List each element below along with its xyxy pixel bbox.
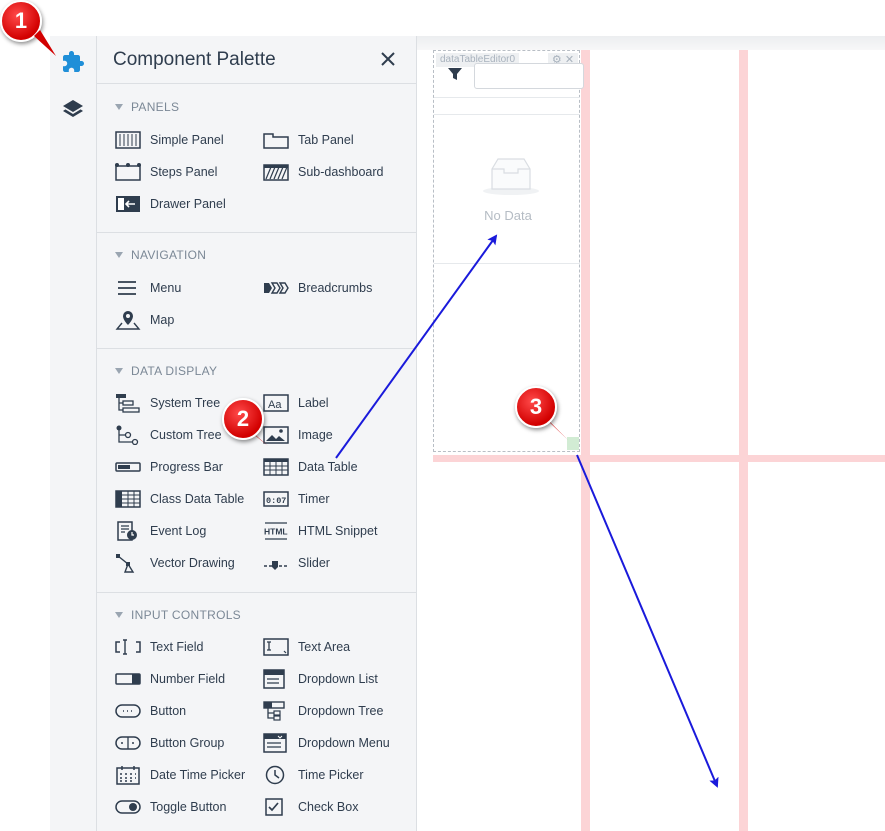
progress-bar-icon	[115, 462, 141, 472]
no-data-text: No Data	[484, 208, 532, 223]
vector-pen-icon	[116, 554, 135, 573]
component-steps-panel[interactable]: Steps Panel	[115, 160, 217, 184]
calendar-icon	[116, 766, 140, 785]
palette-title: Component Palette	[113, 49, 276, 70]
component-toggle-button[interactable]: Toggle Button	[115, 795, 226, 819]
section-divider	[97, 592, 416, 593]
filter-input[interactable]	[474, 63, 584, 89]
layout-guide-horizontal	[433, 455, 885, 462]
resize-handle[interactable]	[567, 437, 579, 450]
component-slider[interactable]: Slider	[263, 551, 330, 575]
table-footer-divider	[434, 263, 580, 264]
filter-icon[interactable]	[446, 65, 464, 83]
component-text-field[interactable]: Text Field	[115, 635, 204, 659]
label-icon: Aa	[263, 394, 289, 412]
component-custom-tree[interactable]: Custom Tree	[115, 423, 222, 447]
sub-dashboard-icon	[263, 164, 289, 181]
dropdown-list-icon	[263, 669, 285, 689]
clock-icon	[265, 765, 285, 785]
empty-inbox-icon	[483, 158, 539, 195]
component-button-group[interactable]: Button Group	[115, 731, 224, 755]
svg-text:HTML: HTML	[264, 527, 288, 537]
component-image[interactable]: Image	[263, 423, 333, 447]
close-icon[interactable]	[379, 50, 397, 68]
svg-text:0:07: 0:07	[266, 496, 286, 506]
section-divider	[97, 348, 416, 349]
simple-panel-icon	[115, 131, 141, 149]
component-tab-panel[interactable]: Tab Panel	[263, 128, 354, 152]
section-title-data-display[interactable]: DATA DISPLAY	[115, 364, 217, 378]
layout-guide-vertical	[581, 50, 590, 831]
component-html-snippet[interactable]: HTML HTML Snippet	[263, 519, 377, 543]
data-table-widget[interactable]: dataTableEditor0 ⚙ ✕ No Data	[433, 50, 584, 452]
checkbox-icon	[265, 798, 283, 816]
component-breadcrumbs[interactable]: Breadcrumbs	[263, 276, 372, 300]
component-progress-bar[interactable]: Progress Bar	[115, 455, 223, 479]
table-header-divider	[434, 97, 580, 98]
component-data-table[interactable]: Data Table	[263, 455, 358, 479]
slider-icon	[264, 561, 288, 570]
puzzle-icon[interactable]	[58, 47, 88, 77]
breadcrumbs-icon	[264, 282, 289, 294]
text-field-icon	[115, 639, 141, 655]
layers-icon[interactable]	[58, 94, 88, 124]
component-check-box[interactable]: Check Box	[263, 795, 358, 819]
section-divider	[97, 232, 416, 233]
component-number-field[interactable]: Number Field	[115, 667, 225, 691]
number-field-icon	[115, 673, 141, 685]
custom-tree-icon	[116, 425, 139, 445]
component-class-data-table[interactable]: Class Data Table	[115, 487, 244, 511]
app-root: Component Palette PANELS Simple Panel Ta…	[0, 0, 885, 831]
dropdown-tree-icon	[263, 701, 285, 721]
component-timer[interactable]: 0:07 Timer	[263, 487, 329, 511]
section-title-input-controls[interactable]: INPUT CONTROLS	[115, 608, 241, 622]
section-title-panels[interactable]: PANELS	[115, 100, 179, 114]
steps-panel-icon	[115, 163, 141, 181]
component-text-area[interactable]: Text Area	[263, 635, 350, 659]
image-icon	[263, 426, 289, 444]
dropdown-menu-icon	[263, 733, 287, 753]
text-area-icon	[263, 638, 289, 656]
annotation-badge-2: 2	[222, 398, 264, 440]
component-dropdown-tree[interactable]: Dropdown Tree	[263, 699, 383, 723]
section-title-navigation[interactable]: NAVIGATION	[115, 248, 206, 262]
annotation-badge-3: 3	[515, 386, 557, 428]
component-date-time-picker[interactable]: Date Time Picker	[115, 763, 245, 787]
component-system-tree[interactable]: System Tree	[115, 391, 220, 415]
button-group-icon	[115, 736, 141, 750]
component-time-picker[interactable]: Time Picker	[263, 763, 364, 787]
component-button[interactable]: Button	[115, 699, 186, 723]
drawer-panel-icon	[116, 196, 140, 212]
component-simple-panel[interactable]: Simple Panel	[115, 128, 224, 152]
component-dropdown-list[interactable]: Dropdown List	[263, 667, 378, 691]
component-label[interactable]: Aa Label	[263, 391, 329, 415]
palette-header: Component Palette	[97, 36, 416, 84]
table-header-divider	[434, 114, 580, 115]
annotation-badge-1: 1	[0, 0, 42, 42]
timer-icon: 0:07	[263, 491, 289, 507]
left-rail	[50, 36, 97, 831]
event-log-icon	[117, 521, 137, 541]
component-drawer-panel[interactable]: Drawer Panel	[115, 192, 226, 216]
component-vector-drawing[interactable]: Vector Drawing	[115, 551, 235, 575]
svg-text:Aa: Aa	[268, 399, 282, 411]
menu-icon	[118, 281, 136, 295]
canvas-top-bar	[417, 36, 885, 50]
toggle-icon	[115, 800, 141, 814]
component-menu[interactable]: Menu	[115, 276, 181, 300]
button-icon	[115, 704, 141, 718]
system-tree-icon	[116, 394, 140, 413]
map-pin-icon	[115, 311, 141, 330]
html-icon: HTML	[264, 522, 288, 540]
component-sub-dashboard[interactable]: Sub-dashboard	[263, 160, 383, 184]
class-data-table-icon	[115, 490, 141, 508]
component-dropdown-menu[interactable]: Dropdown Menu	[263, 731, 390, 755]
component-map[interactable]: Map	[115, 308, 174, 332]
data-table-icon	[263, 458, 289, 476]
component-event-log[interactable]: Event Log	[115, 519, 206, 543]
tab-panel-icon	[263, 133, 289, 149]
layout-guide-vertical	[739, 50, 748, 831]
